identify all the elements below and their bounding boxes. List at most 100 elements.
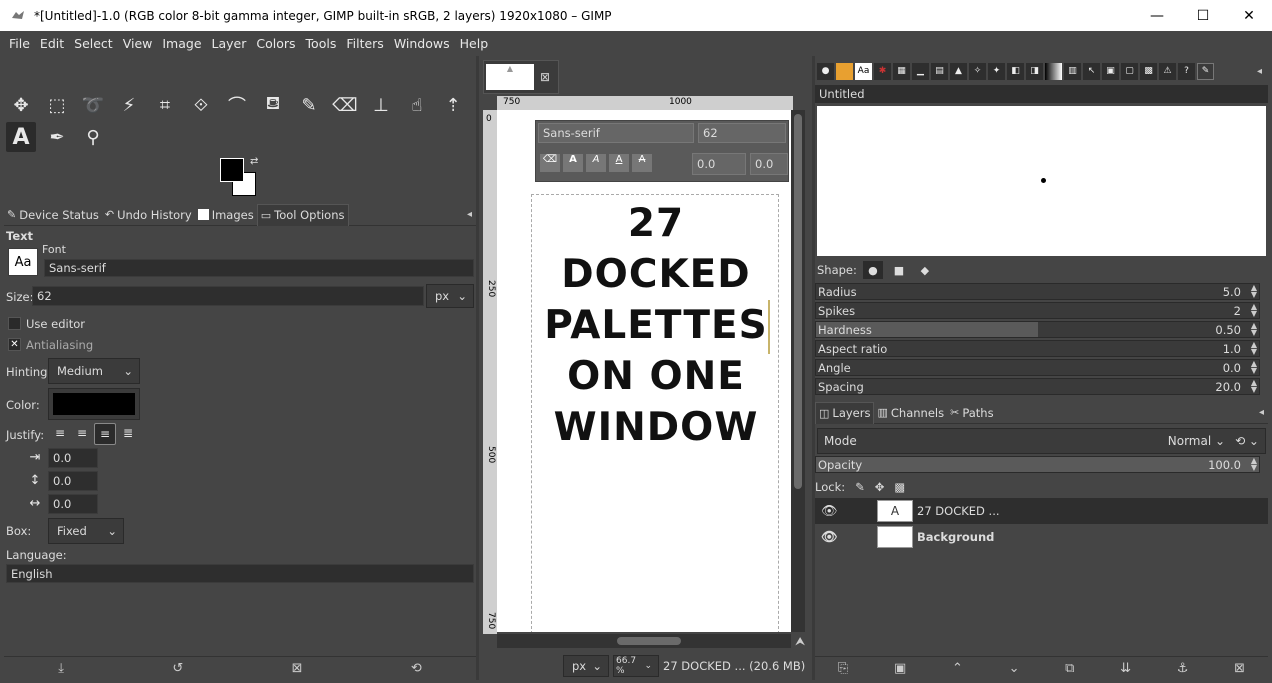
menu-windows[interactable]: Windows xyxy=(389,36,455,51)
smudge-tool-icon[interactable]: ☝ xyxy=(402,90,432,120)
lock-alpha-icon[interactable]: ▩ xyxy=(894,480,905,494)
font-input[interactable]: Sans-serif xyxy=(44,259,474,277)
delete-options-icon[interactable]: ⊠ xyxy=(292,661,303,676)
square-shape-icon[interactable]: ■ xyxy=(889,261,909,279)
spin-arrows-icon[interactable]: ▲ ▼ xyxy=(1251,284,1257,299)
fuzzy-select-tool-icon[interactable]: ⚡ xyxy=(114,90,144,120)
reset-options-icon[interactable]: ⟲ xyxy=(411,661,422,676)
pointer-tab-icon[interactable]: ▤ xyxy=(931,62,948,80)
zoom-select[interactable]: 66.7 % ⌄ xyxy=(613,655,659,677)
kerning-input[interactable]: 0.0 xyxy=(750,153,788,175)
spin-arrows-icon[interactable]: ▲ ▼ xyxy=(1251,341,1257,356)
menu-edit[interactable]: Edit xyxy=(35,36,69,51)
opacity-slider[interactable]: Opacity 100.0 ▲ ▼ xyxy=(815,456,1260,473)
menu-view[interactable]: View xyxy=(118,36,158,51)
new-layer-icon[interactable]: ⎘ xyxy=(838,661,848,676)
move-tool-icon[interactable]: ✥ xyxy=(6,90,36,120)
hinting-select[interactable]: Medium ⌄ xyxy=(48,358,140,384)
configure-tab-icon[interactable]: ◂ xyxy=(1259,407,1264,418)
scrollbar-thumb[interactable] xyxy=(794,114,802,489)
composite-mode-icon[interactable]: ⟲ ⌄ xyxy=(1235,434,1259,448)
justify-right-icon[interactable]: ≡ xyxy=(72,423,92,443)
delete-layer-icon[interactable]: ⊠ xyxy=(1234,661,1245,676)
navigate-icon[interactable]: ⮝ xyxy=(795,634,805,649)
text-toolbar-font[interactable]: Sans-serif xyxy=(538,123,694,143)
justify-left-icon[interactable]: ≡ xyxy=(50,423,70,443)
canvas-text-layer[interactable]: 27 DOCKED PALETTES ON ONE WINDOW xyxy=(533,198,779,453)
letter-spacing-input[interactable]: 0.0 xyxy=(48,494,98,514)
tab-images[interactable]: Images xyxy=(195,204,257,226)
scrollbar-thumb[interactable] xyxy=(617,637,681,645)
line-spacing-input[interactable]: 0.0 xyxy=(48,471,98,491)
palette-tab-icon[interactable]: ✱ xyxy=(874,62,891,80)
configure-tab-icon[interactable]: ◂ xyxy=(1257,66,1262,77)
brush-editor-tab-icon[interactable]: ✎ xyxy=(1197,62,1214,80)
tab-paths[interactable]: ✂ Paths xyxy=(947,402,996,424)
text-color-button[interactable] xyxy=(48,388,140,420)
help-tab-icon[interactable]: ? xyxy=(1178,62,1195,80)
clone-tool-icon[interactable]: ⊥ xyxy=(366,90,396,120)
symmetry-tab-icon[interactable]: ✧ xyxy=(969,62,986,80)
duplicate-layer-icon[interactable]: ⧉ xyxy=(1065,661,1074,676)
text-toolbar-size[interactable]: 62 xyxy=(698,123,786,143)
image-canvas[interactable]: Sans-serif 62 ⌫ A A A A 0.0 0.0 27 DOCKE… xyxy=(497,110,791,632)
fonts-tab-icon[interactable]: Aa xyxy=(855,62,872,80)
justify-center-icon[interactable]: ≡ xyxy=(94,423,116,445)
layer-item[interactable]: 👁 A 27 DOCKED ... xyxy=(815,498,1268,524)
vertical-scrollbar[interactable] xyxy=(791,110,805,632)
radius-slider[interactable]: Radius 5.0 ▲ ▼ xyxy=(815,283,1260,300)
lock-pixels-icon[interactable]: ✎ xyxy=(855,480,865,494)
levels-tab-icon[interactable]: ▲ xyxy=(950,62,967,80)
diamond-shape-icon[interactable]: ◆ xyxy=(915,261,935,279)
zoom-tool-icon[interactable]: ⚲ xyxy=(78,122,108,152)
horizontal-scrollbar[interactable] xyxy=(497,634,791,648)
menu-image[interactable]: Image xyxy=(157,36,206,51)
menu-select[interactable]: Select xyxy=(69,36,118,51)
brushes-tab-icon[interactable]: ● xyxy=(817,62,834,80)
strikethrough-icon[interactable]: A xyxy=(632,154,652,172)
brush-name-field[interactable]: Untitled xyxy=(815,85,1268,103)
eye-icon[interactable]: 👁 xyxy=(821,504,838,519)
colors-tab-icon[interactable]: ◧ xyxy=(1007,62,1024,80)
foreground-color-swatch[interactable] xyxy=(220,158,244,182)
crop-tool-icon[interactable]: ⌗ xyxy=(150,90,180,120)
menu-help[interactable]: Help xyxy=(455,36,494,51)
spin-arrows-icon[interactable]: ▲ ▼ xyxy=(1251,379,1257,394)
paths-tool-icon[interactable]: ⇡ xyxy=(438,90,468,120)
tab-tool-options[interactable]: ▭ Tool Options xyxy=(256,203,349,226)
spin-arrows-icon[interactable]: ▲ ▼ xyxy=(1251,303,1257,318)
save-options-icon[interactable]: ⤓ xyxy=(58,661,64,676)
paintbrush-tool-icon[interactable]: ✎ xyxy=(294,90,324,120)
selection-tab-icon[interactable]: ↖ xyxy=(1083,62,1100,80)
eye-icon[interactable]: 👁 xyxy=(821,530,838,545)
aspect-ratio-slider[interactable]: Aspect ratio 1.0 ▲ ▼ xyxy=(815,340,1260,357)
close-window-button[interactable]: ✕ xyxy=(1226,0,1272,31)
spin-arrows-icon[interactable]: ▲ ▼ xyxy=(1251,360,1257,375)
rect-select-tool-icon[interactable]: ⬚ xyxy=(42,90,72,120)
gradient-tab-icon[interactable]: ▥ xyxy=(1064,62,1081,80)
size-input[interactable]: 62 xyxy=(32,286,424,306)
font-preview-button[interactable]: Aa xyxy=(8,248,38,276)
fg-bg-colors[interactable]: ⇄ xyxy=(220,156,264,198)
documents-tab-icon[interactable]: ▢ xyxy=(1121,62,1138,80)
color-picker-tool-icon[interactable]: ✒ xyxy=(42,122,72,152)
tab-undo-history[interactable]: ↶ Undo History xyxy=(102,204,195,226)
merge-layer-icon[interactable]: ⇊ xyxy=(1120,661,1131,676)
tab-layers[interactable]: ◫ Layers xyxy=(815,401,875,424)
spin-arrows-icon[interactable]: ▲ ▼ xyxy=(1251,322,1257,337)
error-tab-icon[interactable]: ⚠ xyxy=(1159,62,1176,80)
dynamics-tab-icon[interactable]: ✦ xyxy=(988,62,1005,80)
transform-tool-icon[interactable]: ⟐ xyxy=(186,90,216,120)
menu-filters[interactable]: Filters xyxy=(341,36,388,51)
clear-style-icon[interactable]: ⌫ xyxy=(540,154,560,172)
language-input[interactable]: English xyxy=(6,564,474,583)
configure-tab-icon[interactable]: ◂ xyxy=(467,209,472,220)
tab-channels[interactable]: ▥ Channels xyxy=(874,402,947,424)
unit-select[interactable]: px ⌄ xyxy=(563,655,609,677)
antialiasing-checkbox[interactable]: ✕ xyxy=(8,338,21,351)
lock-position-icon[interactable]: ✥ xyxy=(875,480,885,494)
warp-tool-icon[interactable]: ⌒ xyxy=(222,90,252,120)
bucket-fill-tool-icon[interactable]: ⛾ xyxy=(258,90,288,120)
image-tab[interactable]: ▲ ⊠ xyxy=(483,60,559,94)
circle-shape-icon[interactable]: ● xyxy=(862,261,883,279)
